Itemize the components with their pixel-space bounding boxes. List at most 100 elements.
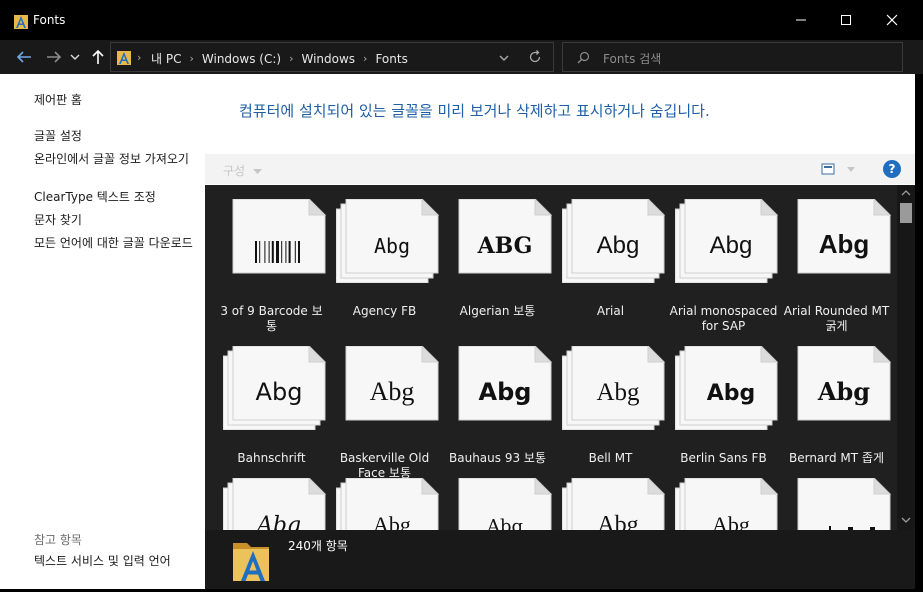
task-pane: 제어판 홈 글꼴 설정 온라인에서 글꼴 정보 가져오기 ClearType 텍… <box>0 74 205 592</box>
font-preview-icon <box>797 478 892 530</box>
maximize-icon <box>841 15 851 25</box>
svg-text:Abg: Abg <box>479 378 532 406</box>
help-icon: ? <box>888 162 896 176</box>
vertical-scrollbar[interactable] <box>897 185 915 530</box>
font-grid: 3 of 9 Barcode 보통 Abg Agency FB ABG Algerian… <box>205 185 897 530</box>
font-preview-icon: Abg <box>797 346 892 421</box>
breadcrumb-fonts[interactable]: Fonts <box>375 52 407 66</box>
font-preview-icon: Abg <box>562 199 666 283</box>
font-preview-icon: Abg <box>336 478 440 530</box>
breadcrumb-windows[interactable]: Windows <box>301 52 355 66</box>
minimize-button[interactable] <box>789 8 813 32</box>
font-name: Bernard MT 좁게 <box>788 451 885 465</box>
title-bar: Fonts <box>0 0 923 40</box>
back-arrow-icon <box>16 51 31 63</box>
font-name: Bell MT <box>588 451 633 465</box>
cleartype-link[interactable]: ClearType 텍스트 조정 <box>34 190 199 205</box>
font-preview-icon: Abg <box>336 199 440 283</box>
svg-text:Abg: Abg <box>597 512 638 530</box>
address-path-box[interactable]: › 내 PC › Windows (C:) › Windows › Fonts <box>110 42 554 72</box>
font-preview-icon: Abg <box>675 346 779 430</box>
help-button[interactable]: ? <box>883 160 901 178</box>
search-placeholder: Fonts 검색 <box>603 52 662 66</box>
window-frame-right <box>915 74 923 592</box>
recent-locations-button[interactable] <box>68 47 82 67</box>
font-preview-icon: ABG <box>458 199 553 274</box>
svg-text:ABG: ABG <box>477 233 533 259</box>
svg-text:Abg: Abg <box>710 232 753 259</box>
font-name: Arial <box>596 304 625 318</box>
font-name: Baskerville Old Face 보통 <box>339 451 430 480</box>
refresh-icon[interactable] <box>528 50 542 64</box>
svg-text:Abg: Abg <box>374 234 410 258</box>
back-button[interactable] <box>14 47 34 67</box>
window-title: Fonts <box>33 13 66 27</box>
scroll-up-icon[interactable] <box>901 189 911 196</box>
maximize-button[interactable] <box>834 8 858 32</box>
svg-text:Abg: Abg <box>819 229 870 259</box>
font-name: Arial Rounded MT 굵게 <box>783 304 890 333</box>
font-name: Bauhaus 93 보통 <box>449 451 546 465</box>
address-bar: › 내 PC › Windows (C:) › Windows › Fonts … <box>0 40 923 74</box>
forward-button[interactable] <box>44 47 64 67</box>
font-preview-icon: Abg <box>797 199 892 274</box>
font-preview-icon: Abg <box>675 199 779 283</box>
search-icon <box>577 51 590 64</box>
get-font-info-online-link[interactable]: 온라인에서 글꼴 정보 가져오기 <box>34 152 196 167</box>
font-preview-icon: Abg <box>458 346 553 421</box>
svg-text:Abg: Abg <box>486 516 523 530</box>
svg-text:Abg: Abg <box>712 512 750 530</box>
close-icon <box>886 14 898 26</box>
organize-button[interactable]: 구성 <box>223 162 262 179</box>
fonts-folder-icon <box>117 51 131 65</box>
font-preview-icon: Abg <box>223 478 327 530</box>
chevron-right-icon[interactable]: › <box>289 52 293 65</box>
chevron-down-icon <box>252 168 262 174</box>
fonts-folder-large-icon <box>233 543 269 581</box>
font-preview-icon: Abg <box>345 346 440 421</box>
font-preview-icon: Abg <box>675 478 779 530</box>
font-name: Bahnschrift <box>237 451 306 465</box>
font-preview-icon: Abg <box>458 478 553 530</box>
see-also-heading: 참고 항목 <box>34 533 82 547</box>
svg-text:Abg: Abg <box>817 377 870 406</box>
chevron-right-icon[interactable]: › <box>189 52 193 65</box>
fonts-folder-icon <box>14 15 28 29</box>
view-options-button[interactable] <box>821 163 855 178</box>
svg-text:Abg: Abg <box>596 379 640 406</box>
svg-text:Abg: Abg <box>255 513 301 530</box>
font-preview-icon: Abg <box>562 346 666 430</box>
font-name: Arial monospaced for SAP <box>669 304 778 333</box>
chevron-down-icon <box>70 54 80 60</box>
chevron-down-icon[interactable] <box>499 54 509 62</box>
text-services-link[interactable]: 텍스트 서비스 및 입력 언어 <box>34 554 199 569</box>
chevron-right-icon[interactable]: › <box>363 52 367 65</box>
details-pane: 240개 항목 <box>205 530 915 589</box>
svg-text:Abg: Abg <box>370 377 415 406</box>
font-preview-icon: Abg <box>562 478 666 530</box>
svg-text:Abg: Abg <box>256 378 303 406</box>
font-name: Berlin Sans FB <box>680 451 767 465</box>
close-button[interactable] <box>880 8 904 32</box>
font-settings-link[interactable]: 글꼴 설정 <box>34 129 199 144</box>
font-name: Algerian 보통 <box>459 304 536 318</box>
item-count: 240개 항목 <box>288 539 348 553</box>
up-arrow-icon <box>92 49 104 64</box>
breadcrumb-drive-c[interactable]: Windows (C:) <box>202 52 281 66</box>
control-panel-home-link[interactable]: 제어판 홈 <box>34 93 199 108</box>
forward-arrow-icon <box>47 51 62 63</box>
download-fonts-link[interactable]: 모든 언어에 대한 글꼴 다운로드 <box>34 236 198 251</box>
search-box[interactable]: Fonts 검색 <box>562 42 903 72</box>
command-bar: 구성 ? <box>205 154 915 184</box>
svg-text:Abg: Abg <box>707 381 756 406</box>
find-character-link[interactable]: 문자 찾기 <box>34 213 199 228</box>
scroll-down-icon[interactable] <box>901 517 911 524</box>
breadcrumb-this-pc[interactable]: 내 PC <box>151 50 181 67</box>
font-name: 3 of 9 Barcode 보통 <box>220 304 323 333</box>
up-button[interactable] <box>88 47 108 67</box>
view-icon <box>821 163 855 175</box>
scrollbar-thumb[interactable] <box>900 203 912 223</box>
svg-text:Abg: Abg <box>597 232 640 259</box>
page-headline: 컴퓨터에 설치되어 있는 글꼴을 미리 보거나 삭제하고 표시하거나 숨깁니다. <box>239 102 710 120</box>
breadcrumb: 내 PC › Windows (C:) › Windows › Fonts <box>151 50 408 67</box>
